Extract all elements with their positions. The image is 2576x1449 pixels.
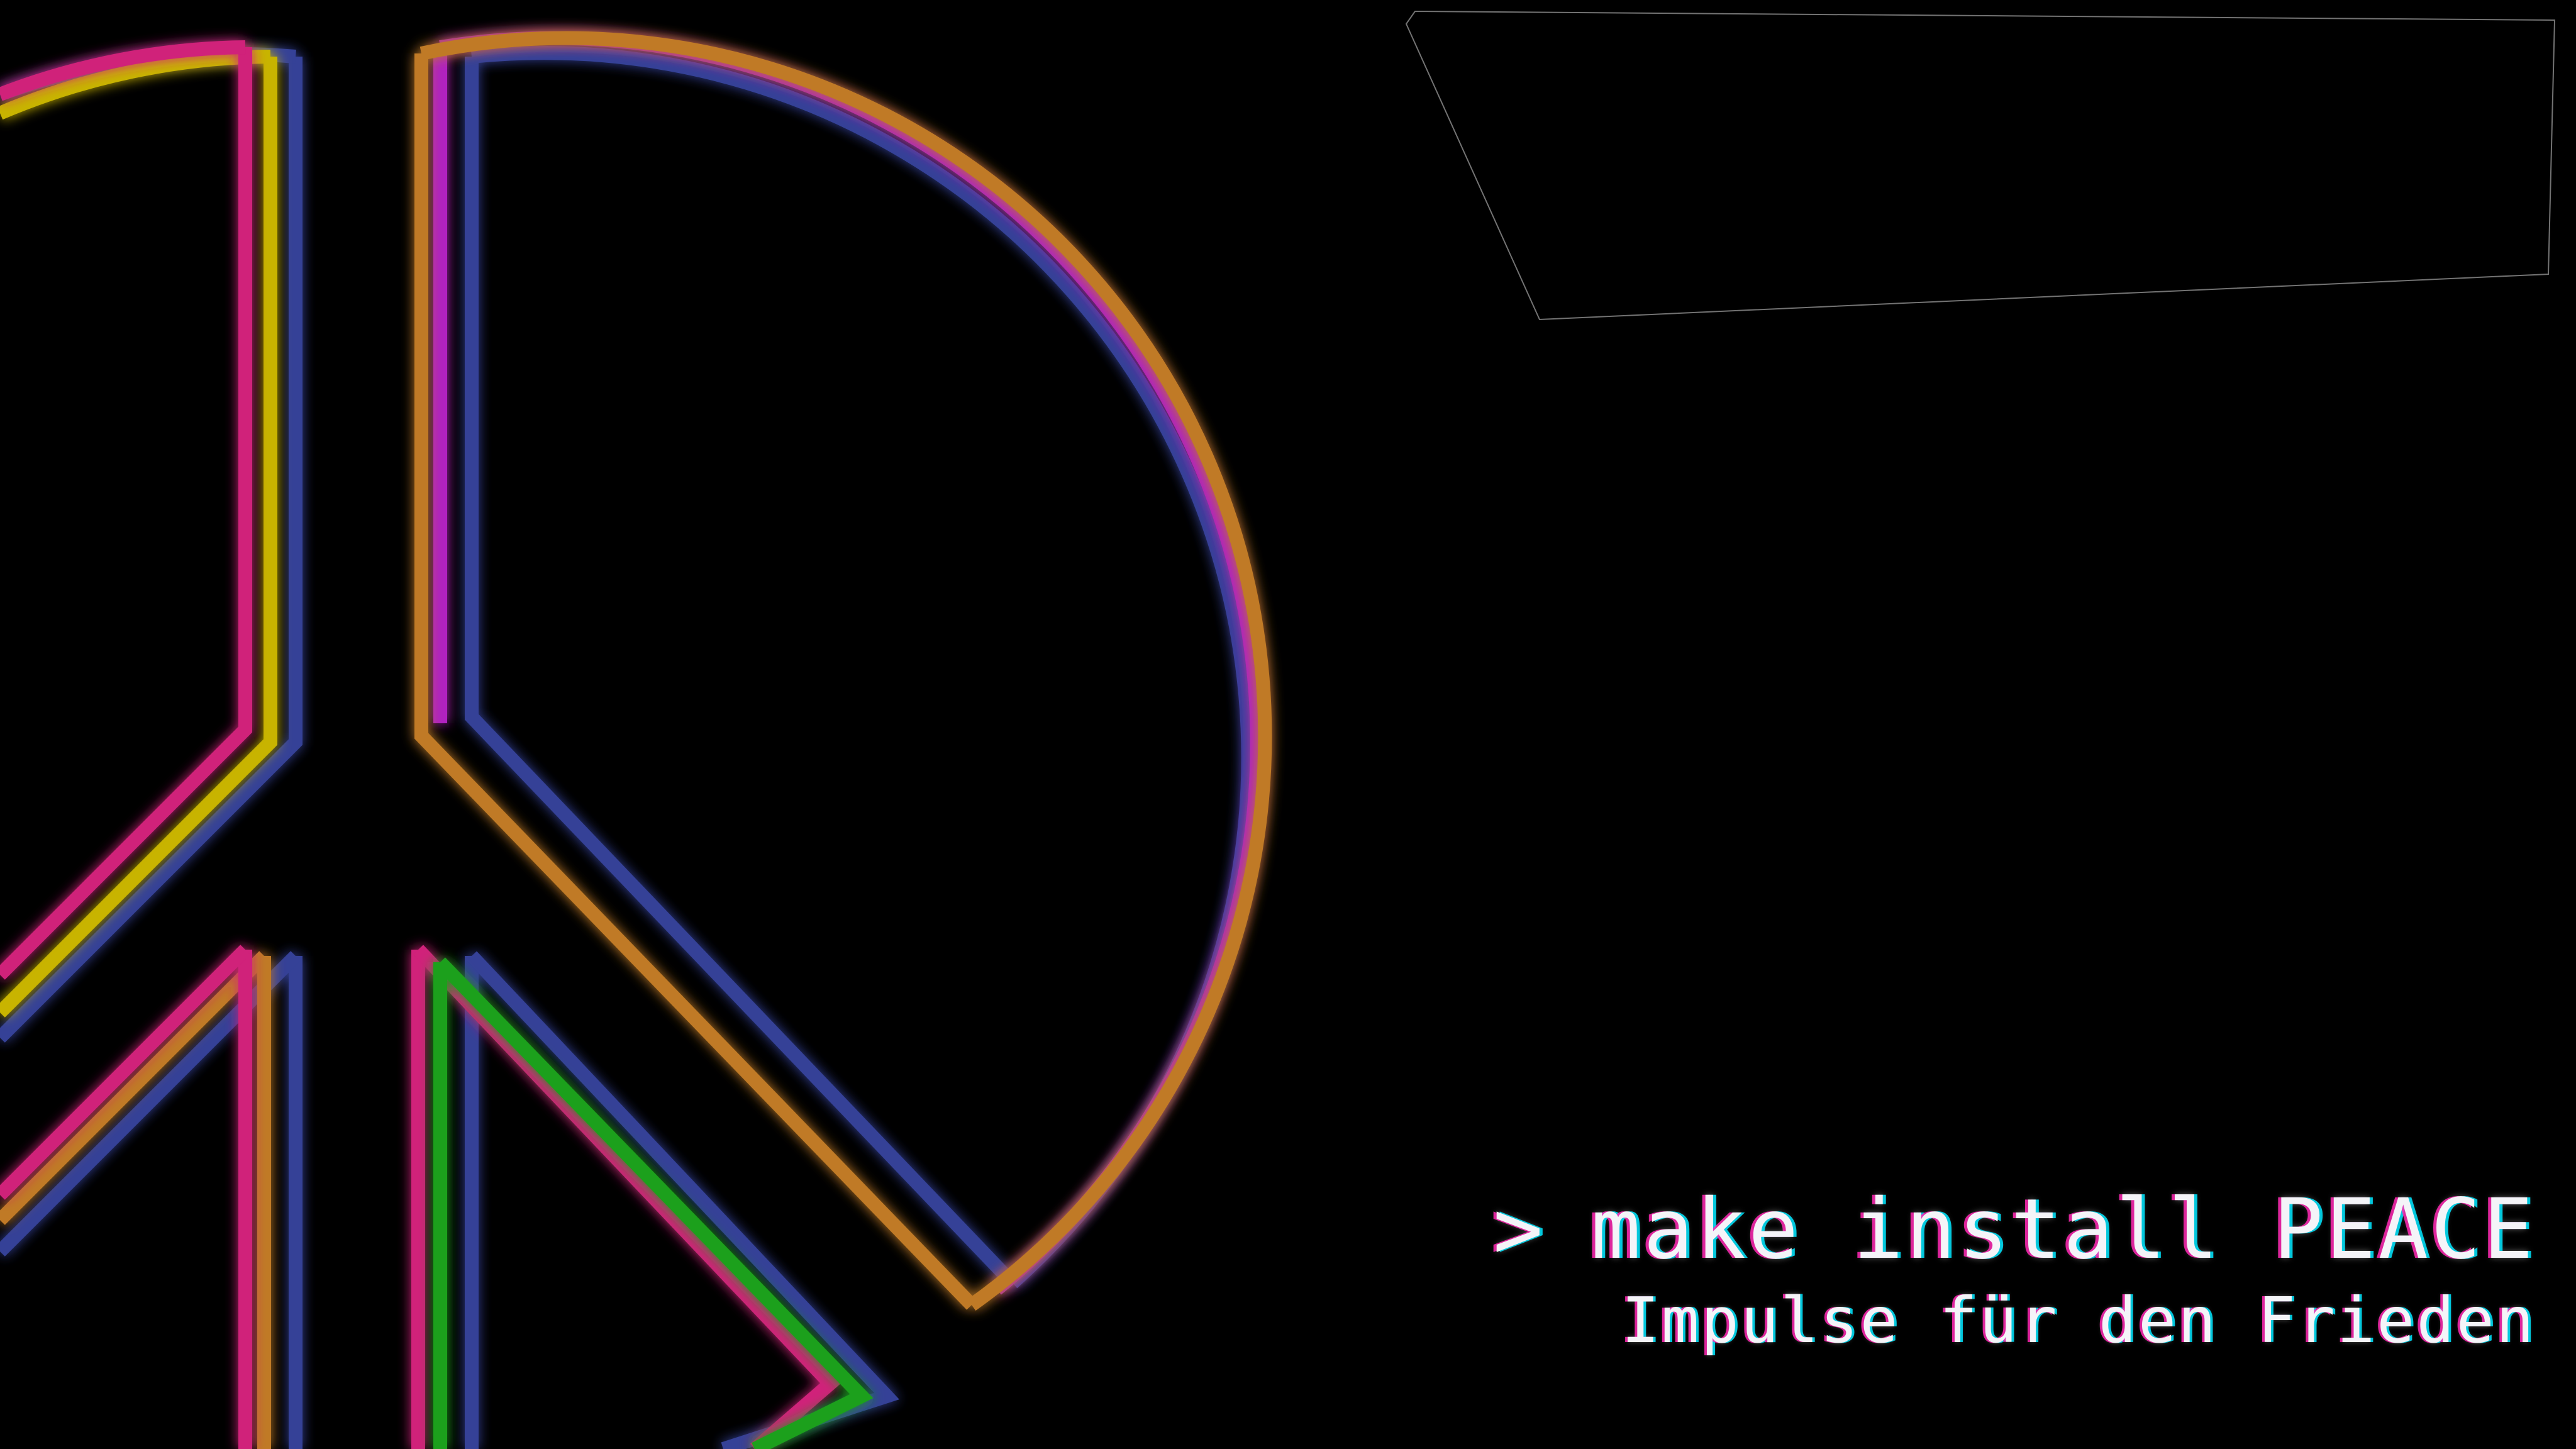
command-text: make install PEACE	[1591, 1181, 2536, 1278]
subtitle-text: Impulse für den Frieden	[1621, 1284, 2536, 1357]
prompt-symbol: >	[1493, 1181, 1546, 1278]
terminal-text-block: > make install PEACE Impulse für den Frie…	[1493, 1182, 2536, 1365]
title-card: > make install PEACE Impulse für den Frie…	[0, 0, 2576, 1449]
command-line: > make install PEACE	[1493, 1182, 2536, 1277]
